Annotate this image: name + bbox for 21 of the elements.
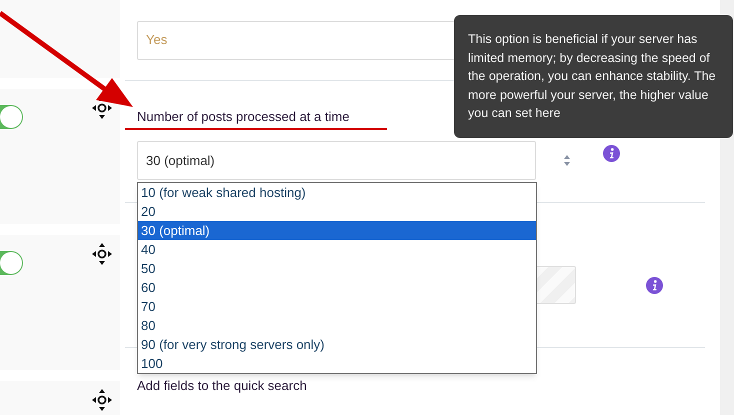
dropdown-option[interactable]: 20	[138, 202, 536, 221]
dropdown-option[interactable]: 30 (optimal)	[138, 221, 536, 240]
field-label: Number of posts processed at a time	[137, 108, 350, 126]
dropdown-option[interactable]: 90 (for very strong servers only)	[138, 335, 536, 354]
sort-arrows-icon	[564, 155, 570, 166]
move-icon[interactable]	[92, 243, 112, 265]
dropdown-option[interactable]: 80	[138, 316, 536, 335]
dropdown-option[interactable]: 10 (for weak shared hosting)	[138, 183, 536, 202]
section-heading: Add fields to the quick search	[137, 377, 308, 395]
dropdown-option[interactable]: 70	[138, 297, 536, 316]
dropdown-option[interactable]: 60	[138, 278, 536, 297]
dropdown-option[interactable]: 100	[138, 354, 536, 373]
toggle-switch[interactable]	[0, 105, 23, 129]
dropdown-option[interactable]: 50	[138, 259, 536, 278]
select-field[interactable]: 30 (optimal)	[137, 141, 536, 180]
toggle-switch[interactable]	[0, 251, 23, 275]
tooltip: This option is beneficial if your server has limited memory; by decreasing the speed of the operation, you can enhance stability. The more powerful your server, the higher value you can set here	[454, 15, 733, 138]
info-icon[interactable]	[603, 145, 620, 162]
move-icon[interactable]	[92, 389, 112, 411]
dropdown-option[interactable]: 40	[138, 240, 536, 259]
info-icon[interactable]	[646, 276, 663, 294]
